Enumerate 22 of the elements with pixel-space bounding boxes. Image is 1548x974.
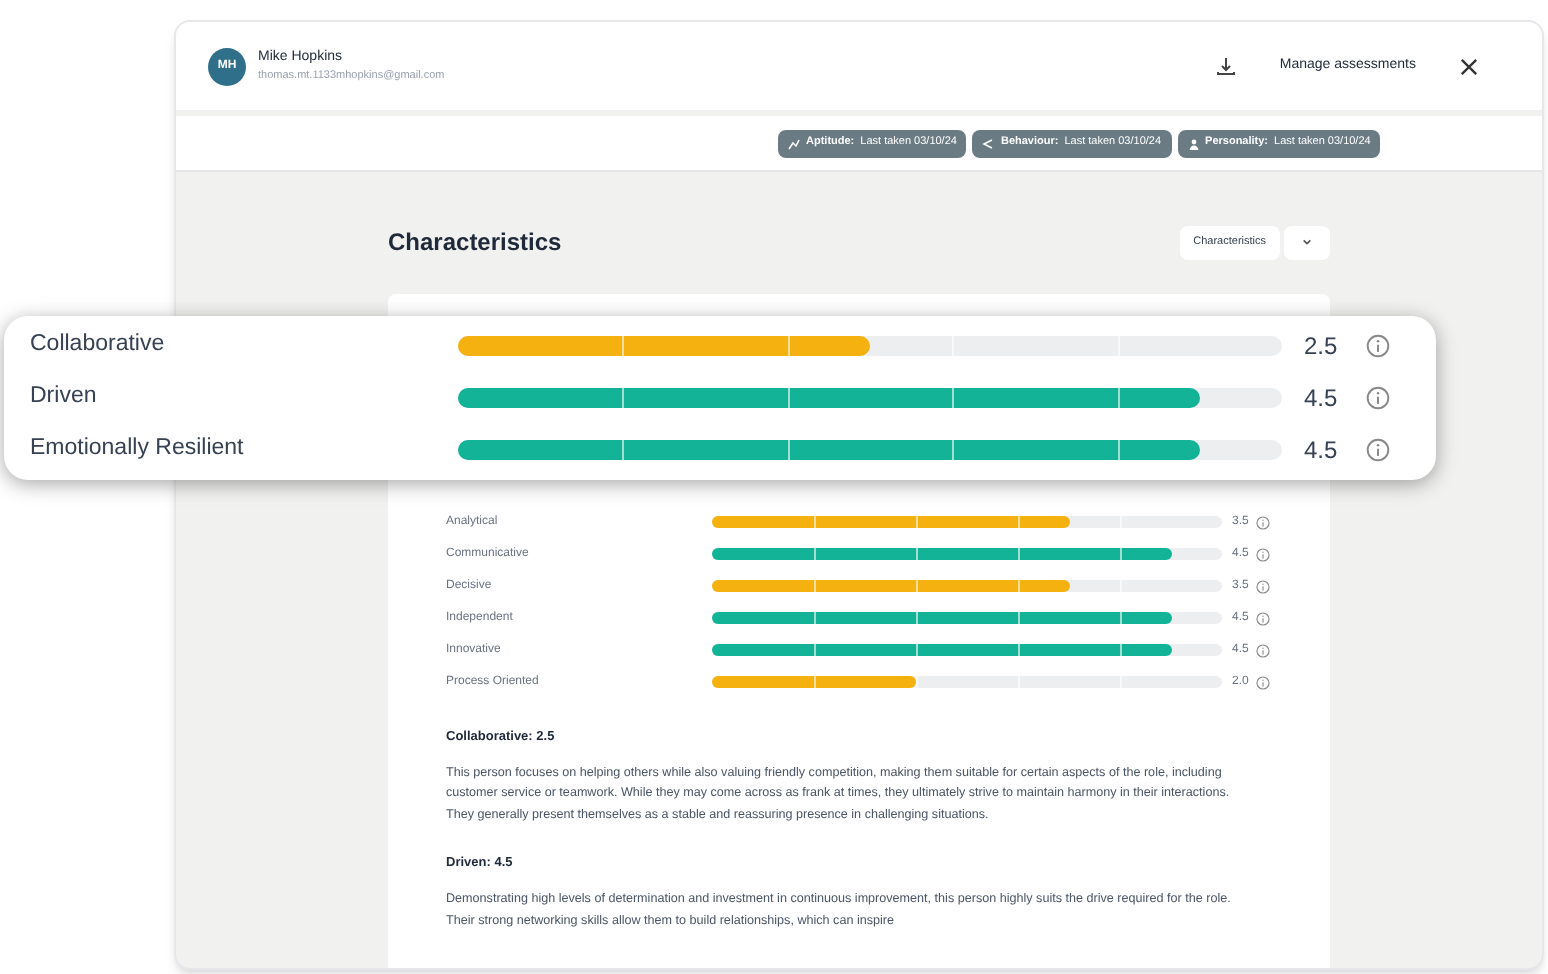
close-icon[interactable] (1460, 57, 1478, 75)
section-title: Characteristics (388, 226, 562, 260)
info-icon[interactable] (1256, 675, 1271, 689)
download-icon[interactable] (1215, 56, 1236, 76)
trait-score: 4.5 (1304, 382, 1338, 416)
trait-name: Driven (30, 382, 99, 413)
trait-score: 4.5 (1304, 434, 1338, 468)
info-icon[interactable] (1365, 334, 1390, 358)
share-icon (982, 137, 995, 149)
info-icon[interactable] (1256, 547, 1271, 561)
chevron-down-icon (1302, 238, 1312, 246)
trait-name: Collaborative (30, 330, 167, 361)
trait-name: Emotionally Resilient (30, 434, 246, 465)
info-icon[interactable] (1256, 643, 1271, 657)
person-icon (1187, 137, 1200, 149)
info-icon[interactable] (1256, 579, 1271, 593)
info-icon[interactable] (1365, 438, 1390, 462)
trait-score: 2.5 (1304, 330, 1338, 364)
info-icon[interactable] (1256, 611, 1271, 625)
chart-icon (788, 137, 800, 149)
info-icon[interactable] (1256, 515, 1271, 529)
info-icon[interactable] (1365, 386, 1390, 410)
